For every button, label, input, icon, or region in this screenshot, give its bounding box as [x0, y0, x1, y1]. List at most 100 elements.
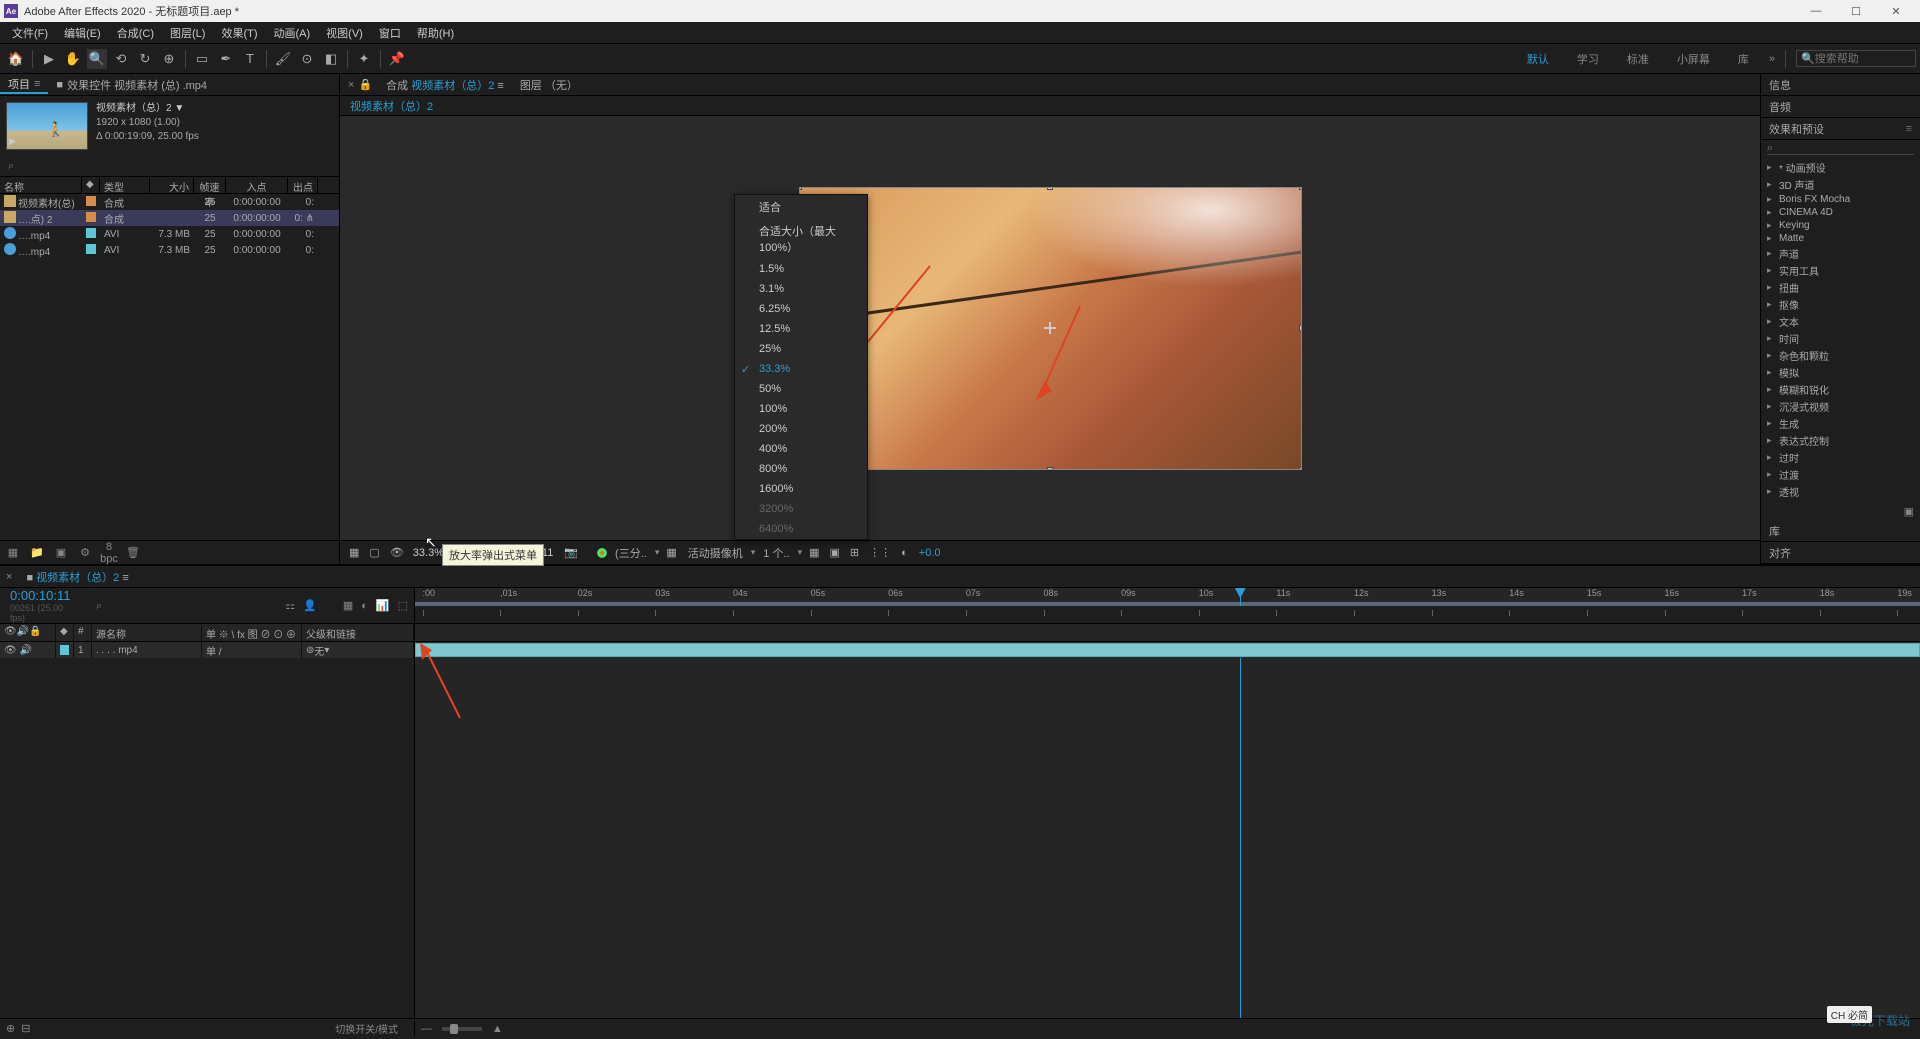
zoom-fit[interactable]: 适合 [735, 195, 867, 219]
zoom-fit-100[interactable]: 合适大小（最大 100%） [735, 219, 867, 259]
preset-category[interactable]: ▸声道 [1761, 245, 1920, 262]
composition-frame[interactable] [799, 187, 1302, 470]
col-source-name[interactable]: 源名称 [92, 624, 202, 641]
home-button[interactable]: 🏠 [6, 49, 26, 69]
toggle-3d-button[interactable]: 👁 [387, 546, 407, 559]
views-label[interactable]: 1 个.. [759, 545, 793, 561]
footage-thumbnail[interactable]: ▶ [6, 102, 88, 150]
zoom-out-timeline[interactable]: — [421, 1023, 432, 1035]
preset-category[interactable]: ▸过时 [1761, 449, 1920, 466]
view-options-3[interactable]: ⊞ [847, 546, 862, 559]
transparency-grid-button[interactable]: ▦ [663, 546, 679, 559]
preset-category[interactable]: ▸3D 声道 [1761, 176, 1920, 193]
col-fps[interactable]: 帧速率 [194, 177, 226, 193]
preset-category[interactable]: ▸文本 [1761, 313, 1920, 330]
workspace-default[interactable]: 默认 [1513, 51, 1563, 67]
pen-tool[interactable]: ✒ [216, 49, 236, 69]
eraser-tool[interactable]: ◧ [321, 49, 341, 69]
preset-category[interactable]: ▸实用工具 [1761, 262, 1920, 279]
view-options-2[interactable]: ▣ [827, 546, 843, 559]
menu-window[interactable]: 窗口 [371, 25, 409, 41]
interpret-footage-button[interactable]: ▦ [4, 546, 22, 559]
zoom-item[interactable]: 33.3% [735, 359, 867, 379]
effects-search-input[interactable] [1767, 142, 1914, 155]
library-panel-tab[interactable]: 库 [1761, 520, 1920, 542]
project-tab[interactable]: 项目 ≡ [0, 76, 48, 94]
timeline-graph-button[interactable]: 📊 [376, 599, 390, 612]
help-search[interactable]: 🔍 [1796, 50, 1916, 67]
zoom-popup-menu[interactable]: 适合 合适大小（最大 100%） 1.5%3.1%6.25%12.5%25%33… [734, 194, 868, 540]
zoom-item[interactable]: 400% [735, 439, 867, 459]
timeline-shy-button[interactable]: 👤 [303, 599, 317, 612]
col-name[interactable]: 名称 [0, 177, 82, 193]
toggle-mask-button[interactable]: ▢ [366, 546, 382, 559]
preset-category[interactable]: ▸过渡 [1761, 466, 1920, 483]
zoom-item[interactable]: 50% [735, 379, 867, 399]
timeline-search-input[interactable] [96, 600, 277, 612]
new-folder-button[interactable]: 📁 [28, 546, 46, 559]
bpc-label[interactable]: 8 bpc [100, 541, 118, 565]
col-out[interactable]: 出点 [288, 177, 318, 193]
menu-effect[interactable]: 效果(T) [213, 25, 265, 41]
preset-category[interactable]: ▸Keying [1761, 219, 1920, 232]
workspace-standard[interactable]: 标准 [1613, 51, 1663, 67]
workspace-more[interactable]: » [1769, 53, 1775, 65]
view-options-1[interactable]: ▦ [806, 546, 822, 559]
toggle-alpha-button[interactable]: ▦ [346, 546, 362, 559]
hand-tool[interactable]: ✋ [63, 49, 83, 69]
preset-category[interactable]: ▸* 动画预设 [1761, 159, 1920, 176]
preset-category[interactable]: ▸Boris FX Mocha [1761, 193, 1920, 206]
preset-category[interactable]: ▸表达式控制 [1761, 432, 1920, 449]
col-in[interactable]: 入点 [226, 177, 288, 193]
comp-tab[interactable]: 合成 视频素材（总）2 ≡ [378, 77, 512, 93]
menu-composition[interactable]: 合成(C) [109, 25, 162, 41]
menu-file[interactable]: 文件(F) [4, 25, 56, 41]
snapshot-button[interactable]: 📷 [561, 546, 581, 559]
preset-category[interactable]: ▸扭曲 [1761, 279, 1920, 296]
project-search-input[interactable] [6, 158, 333, 174]
timeline-ruler[interactable]: :00,01s02s03s04s05s06s07s08s09s10s11s12s… [415, 588, 1920, 606]
project-row[interactable]: 视频素材(总)合成250:00:00:000: [0, 194, 339, 210]
work-area-bar[interactable] [415, 602, 1920, 606]
timeline-tab-close[interactable]: × [0, 571, 18, 583]
zoom-item[interactable]: 1.5% [735, 259, 867, 279]
layer-tab[interactable]: 图层 （无） [512, 77, 586, 93]
clone-tool[interactable]: ⊙ [297, 49, 317, 69]
rotate-tool[interactable]: ↻ [135, 49, 155, 69]
effects-controls-tab[interactable]: ■ 效果控件 视频素材 (总) .mp4 [48, 77, 215, 93]
close-button[interactable]: ✕ [1876, 0, 1916, 22]
anchor-point-icon[interactable] [1044, 322, 1056, 334]
workspace-small[interactable]: 小屏幕 [1663, 51, 1724, 67]
preset-category[interactable]: ▸CINEMA 4D [1761, 206, 1920, 219]
handle-bot-right[interactable] [1299, 467, 1302, 470]
preset-category[interactable]: ▸透视 [1761, 483, 1920, 500]
project-rows[interactable]: 视频素材(总)合成250:00:00:000:….点) 2合成250:00:00… [0, 194, 339, 258]
preset-category[interactable]: ▸模拟 [1761, 364, 1920, 381]
preset-category[interactable]: ▸生成 [1761, 415, 1920, 432]
comp-tab-close[interactable]: × [348, 79, 354, 91]
col-size[interactable]: 大小 [150, 177, 194, 193]
project-settings-button[interactable]: ⚙ [76, 546, 94, 559]
composition-view[interactable]: 适合 合适大小（最大 100%） 1.5%3.1%6.25%12.5%25%33… [340, 116, 1760, 540]
workspace-learn[interactable]: 学习 [1563, 51, 1613, 67]
exposure-value[interactable]: +0.0 [915, 547, 945, 559]
puppet-tool[interactable]: 📌 [387, 49, 407, 69]
col-label[interactable]: ◆ [82, 177, 100, 193]
minimize-button[interactable]: — [1796, 0, 1836, 22]
view-options-4[interactable]: ⋮⋮ [866, 546, 894, 559]
timeline-frame-blend-button[interactable]: ▦ [343, 599, 353, 612]
handle-top-right[interactable] [1299, 187, 1302, 190]
exposure-reset-button[interactable]: ◐ [898, 547, 911, 559]
zoom-item[interactable]: 1600% [735, 479, 867, 499]
timeline-draft3d-button[interactable]: ⬚ [398, 599, 408, 612]
zoom-item[interactable]: 6.25% [735, 299, 867, 319]
menu-animation[interactable]: 动画(A) [266, 25, 319, 41]
align-panel-tab[interactable]: 对齐 [1761, 542, 1920, 564]
effects-preset-list[interactable]: ▸* 动画预设▸3D 声道▸Boris FX Mocha▸CINEMA 4D▸K… [1761, 157, 1920, 503]
toggle-switches-label[interactable]: 切换开关/模式 [335, 1021, 398, 1036]
current-time-indicator[interactable] [1240, 588, 1241, 606]
timeline-tab[interactable]: ■ 视频素材（总）2 ≡ [18, 569, 136, 585]
preset-category[interactable]: ▸模糊和锐化 [1761, 381, 1920, 398]
trash-button[interactable]: 🗑 [124, 546, 142, 559]
audio-panel-tab[interactable]: 音频 [1761, 96, 1920, 118]
